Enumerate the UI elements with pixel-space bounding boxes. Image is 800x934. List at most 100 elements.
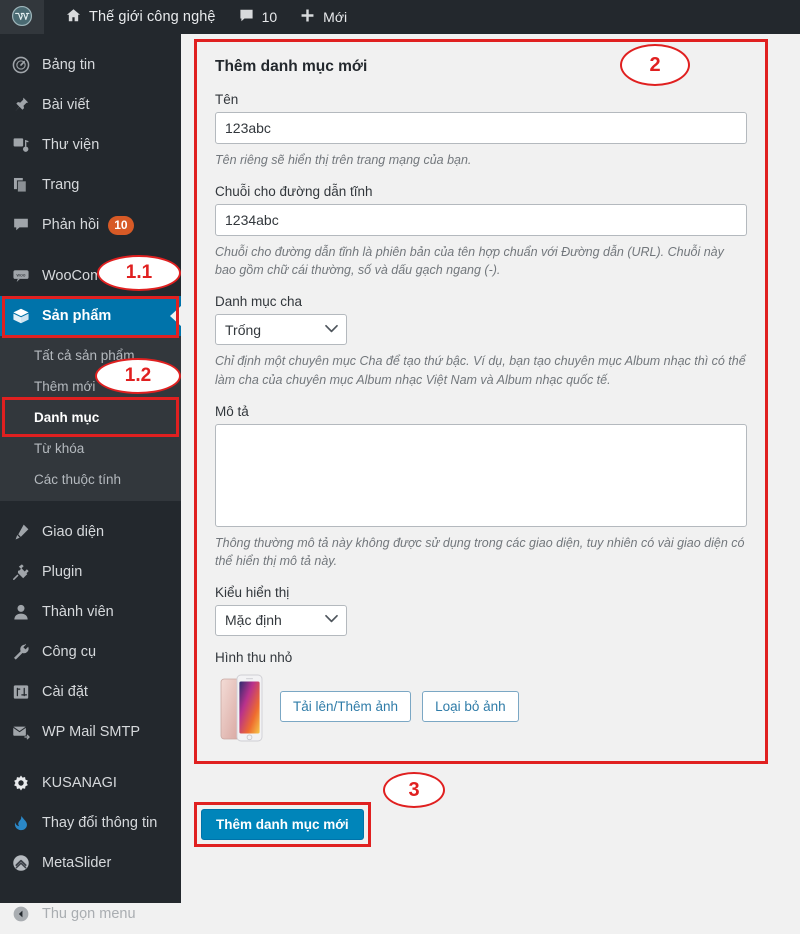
submit-highlight-box: Thêm danh mục mới [194, 802, 371, 847]
sidebar-item-posts[interactable]: Bài viết [0, 85, 181, 125]
sidebar-item-kusanagi[interactable]: KUSANAGI [0, 763, 181, 803]
sidebar-item-label: KUSANAGI [42, 775, 117, 791]
display-type-select[interactable]: Mặc định [215, 604, 347, 636]
description-textarea[interactable] [215, 423, 747, 527]
wordpress-logo-button[interactable] [0, 0, 44, 34]
display-type-select-wrapper: Mặc định [215, 604, 347, 636]
sidebar-item-comments[interactable]: Phản hồi 10 [0, 205, 181, 245]
gear-icon [12, 774, 38, 792]
pages-icon [12, 176, 38, 194]
dashboard-icon [12, 56, 38, 74]
sidebar-item-users[interactable]: Thành viên [0, 592, 181, 632]
admin-sidebar: Bảng tin Bài viết Thư viện Trang Phản hồ… [0, 34, 182, 922]
annotation-callout-1-1: 1.1 [97, 255, 181, 291]
site-name-label: Thế giới công nghệ [89, 9, 216, 25]
add-category-button[interactable]: Thêm danh mục mới [201, 809, 364, 840]
description-help: Thông thường mô tả này không được sử dụn… [215, 535, 745, 568]
new-content-label: Mới [323, 9, 348, 25]
parent-select[interactable]: Trống [215, 314, 347, 346]
products-box-icon [12, 307, 38, 325]
sidebar-item-label: Sản phẩm [42, 308, 112, 324]
sidebar-item-attributes[interactable]: Các thuộc tính [0, 464, 181, 495]
slug-input[interactable] [215, 204, 747, 237]
svg-text:woo: woo [17, 274, 26, 279]
comment-icon [12, 216, 38, 234]
sidebar-item-label: Cài đặt [42, 684, 88, 700]
comments-count: 10 [261, 9, 278, 25]
sidebar-item-label: Thành viên [42, 604, 114, 620]
metaslider-chevron-icon [12, 854, 38, 872]
comments-menu[interactable]: 10 [227, 0, 289, 34]
sidebar-item-label: MetaSlider [42, 855, 112, 871]
menu-spacer-1 [0, 245, 181, 256]
sidebar-item-categories[interactable]: Danh mục [0, 402, 181, 433]
annotation-callout-3: 3 [383, 772, 445, 808]
sidebar-item-tags[interactable]: Từ khóa [0, 433, 181, 464]
current-menu-arrow-icon [170, 305, 182, 327]
thumbnail-row: Tải lên/Thêm ảnh Loại bỏ ảnh [215, 671, 747, 743]
menu-spacer-4 [0, 883, 181, 894]
parent-select-wrapper: Trống [215, 314, 347, 346]
parent-help: Chỉ định một chuyên mục Cha để tạo thứ b… [215, 354, 746, 387]
display-type-label: Kiểu hiển thị [215, 584, 290, 600]
comment-icon [238, 7, 255, 27]
sidebar-item-label: Phản hồi [42, 217, 100, 233]
slug-help: Chuỗi cho đường dẫn tĩnh là phiên bản củ… [215, 245, 724, 278]
sidebar-item-label: Giao diện [42, 524, 105, 540]
sidebar-item-media[interactable]: Thư viện [0, 125, 181, 165]
iphone-thumbnail-image [215, 671, 269, 743]
site-name-menu[interactable]: Thế giới công nghệ [54, 0, 227, 34]
upload-image-button[interactable]: Tải lên/Thêm ảnh [280, 691, 412, 723]
sidebar-item-metaslider[interactable]: MetaSlider [0, 843, 181, 883]
sidebar-item-label: Thư viện [42, 137, 100, 153]
sidebar-item-tools[interactable]: Công cụ [0, 632, 181, 672]
menu-spacer-3 [0, 752, 181, 763]
sidebar-item-label: Bài viết [42, 97, 90, 113]
sidebar-item-label: WP Mail SMTP [42, 724, 141, 740]
sidebar-item-label: Bảng tin [42, 57, 96, 73]
wrench-icon [12, 643, 38, 661]
sidebar-item-products[interactable]: Sản phẩm [0, 296, 182, 336]
media-icon [12, 136, 38, 154]
thumbnail-label: Hình thu nhỏ [215, 649, 293, 665]
collapse-menu-label: Thu gọn menu [42, 906, 136, 922]
sidebar-item-wp-mail-smtp[interactable]: WP Mail SMTP [0, 712, 181, 752]
plus-icon [299, 7, 316, 27]
menu-spacer-2 [0, 501, 181, 512]
parent-label: Danh mục cha [215, 294, 303, 310]
sidebar-item-change-info[interactable]: Thay đổi thông tin [0, 803, 181, 843]
home-icon [65, 7, 82, 27]
menu-spacer-top [0, 34, 181, 45]
sidebar-item-label: Công cụ [42, 644, 97, 660]
woocommerce-icon: woo [12, 267, 38, 285]
plugin-plug-icon [12, 563, 38, 581]
appearance-brush-icon [12, 523, 38, 541]
collapse-arrow-icon [12, 905, 38, 923]
sidebar-item-pages[interactable]: Trang [0, 165, 181, 205]
flame-icon [12, 814, 38, 832]
add-category-form: Thêm danh mục mới Tên Tên riêng sẽ hiển … [194, 39, 768, 764]
sidebar-item-appearance[interactable]: Giao diện [0, 512, 181, 552]
remove-image-button[interactable]: Loại bỏ ảnh [422, 691, 519, 723]
name-input[interactable] [215, 112, 747, 144]
mail-icon [12, 723, 38, 741]
settings-sliders-icon [12, 683, 38, 701]
wordpress-icon [11, 5, 33, 30]
user-icon [12, 603, 38, 621]
sidebar-item-label: Trang [42, 177, 80, 193]
slug-label: Chuỗi cho đường dẫn tĩnh [215, 184, 373, 200]
name-help: Tên riêng sẽ hiển thị trên trang mạng củ… [215, 153, 472, 167]
admin-bar: Thế giới công nghệ 10 Mới [0, 0, 800, 34]
name-label: Tên [215, 92, 239, 107]
pin-icon [12, 96, 38, 114]
new-content-menu[interactable]: Mới [288, 0, 358, 34]
sidebar-item-label: Plugin [42, 564, 83, 580]
content-area: Thêm danh mục mới Tên Tên riêng sẽ hiển … [181, 34, 800, 903]
collapse-menu-button[interactable]: Thu gọn menu [0, 894, 181, 934]
sidebar-item-label: Thay đổi thông tin [42, 815, 158, 831]
sidebar-item-plugins[interactable]: Plugin [0, 552, 181, 592]
annotation-callout-2: 2 [620, 44, 690, 86]
comments-badge: 10 [108, 215, 134, 235]
sidebar-item-settings[interactable]: Cài đặt [0, 672, 181, 712]
sidebar-item-dashboard[interactable]: Bảng tin [0, 45, 181, 85]
